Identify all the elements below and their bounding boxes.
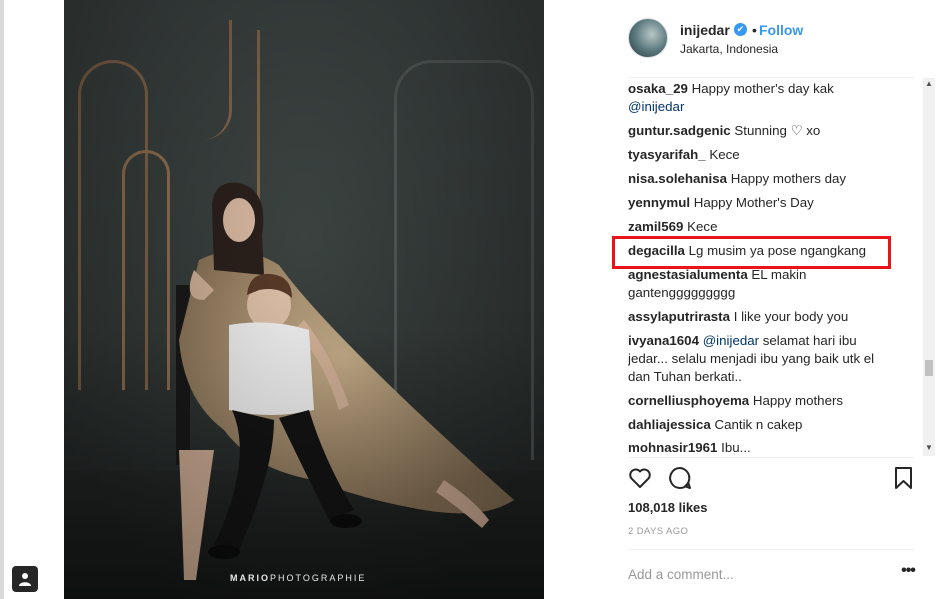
comment-text: Kece xyxy=(687,219,718,234)
post-location[interactable]: Jakarta, Indonesia xyxy=(680,42,778,56)
comment-mention[interactable]: @inijedar xyxy=(703,333,759,348)
post-photo[interactable]: MARIOPHOTOGRAPHIE xyxy=(64,0,544,599)
scrollbar-thumb[interactable] xyxy=(925,360,933,376)
comment-item: tyasyarifah_ Kece xyxy=(628,146,913,164)
comment-text: Happy mother's day kak xyxy=(691,81,834,96)
likes-count[interactable]: 108,018 likes xyxy=(628,500,708,515)
avatar[interactable] xyxy=(628,18,668,58)
divider xyxy=(628,77,914,78)
comment-username[interactable]: cornelliusphoyema xyxy=(628,393,749,408)
comment-item: zamil569 Kece xyxy=(628,218,913,236)
left-edge-divider xyxy=(0,0,4,599)
comment-item: yennymul Happy Mother's Day xyxy=(628,194,913,212)
comment-username[interactable]: ivyana1604 xyxy=(628,333,699,348)
bookmark-icon xyxy=(895,467,912,489)
comment-username[interactable]: yennymul xyxy=(628,195,690,210)
comment-username[interactable]: guntur.sadgenic xyxy=(628,123,731,138)
comment-username[interactable]: agnestasialumenta xyxy=(628,267,748,282)
comment-item: agnestasialumenta EL makin gantenggggggg… xyxy=(628,266,913,302)
comment-item: nisa.solehanisa Happy mothers day xyxy=(628,170,913,188)
comment-text: Ibu... xyxy=(721,440,751,455)
more-options-icon[interactable]: ••• xyxy=(898,563,918,582)
comment-text-cont: jedar... selalu menjadi ibu yang baik ut… xyxy=(628,351,875,366)
comment-text: Happy Mother's Day xyxy=(693,195,814,210)
highlight-box-annotation xyxy=(612,236,891,269)
comment-text: Happy mothers xyxy=(752,393,844,408)
save-button[interactable] xyxy=(891,465,917,491)
photo-watermark: MARIOPHOTOGRAPHIE xyxy=(230,573,367,583)
comment-mention[interactable]: @inijedar xyxy=(628,99,684,114)
heart-icon xyxy=(629,468,651,488)
scroll-up-arrow-icon[interactable]: ▲ xyxy=(923,78,935,90)
vignette xyxy=(64,0,544,599)
post-username[interactable]: inijedar xyxy=(680,22,730,38)
comment-text: Stunning ♡ xo xyxy=(734,123,821,138)
scroll-down-arrow-icon[interactable]: ▼ xyxy=(923,442,935,454)
comment-item: cornelliusphoyema Happy mothers xyxy=(628,392,913,410)
comment-username[interactable]: tyasyarifah_ xyxy=(628,147,706,162)
comment-text: Cantik n cakep xyxy=(714,417,803,432)
post-side-panel: inijedar ✔ • Follow Jakarta, Indonesia o… xyxy=(616,0,938,599)
comment-item: ivyana1604 @inijedar selamat hari ibu je… xyxy=(628,332,913,386)
comment-text: Kece xyxy=(709,147,740,162)
follow-button[interactable]: Follow xyxy=(759,22,803,38)
comment-text: Happy mothers day xyxy=(730,171,847,186)
comment-username[interactable]: zamil569 xyxy=(628,219,683,234)
comments-scrollbar[interactable]: ▲ ▼ xyxy=(923,78,935,456)
comment-username[interactable]: assylaputrirasta xyxy=(628,309,730,324)
comment-text-cont: gantenggggggggg xyxy=(628,285,736,300)
verified-badge-icon: ✔ xyxy=(734,23,747,36)
tagged-user-button[interactable] xyxy=(12,566,38,592)
like-button[interactable] xyxy=(627,465,653,491)
comment-username[interactable]: dahliajessica xyxy=(628,417,711,432)
comment-item: assylaputrirasta I like your body you xyxy=(628,308,913,326)
comment-username[interactable]: osaka_29 xyxy=(628,81,688,96)
comment-text-cont: dan Tuhan berkati.. xyxy=(628,369,742,384)
divider xyxy=(628,549,914,550)
person-icon xyxy=(19,573,31,586)
comment-username[interactable]: mohnasir1961 xyxy=(628,440,717,455)
comment-item: guntur.sadgenic Stunning ♡ xo xyxy=(628,122,913,140)
post-date[interactable]: 2 DAYS AGO xyxy=(628,526,688,537)
comment-item: osaka_29 Happy mother's day kak @inijeda… xyxy=(628,80,913,116)
comment-text: selamat hari ibu xyxy=(762,333,857,348)
comment-text: I like your body you xyxy=(733,309,849,324)
comment-bubble-icon xyxy=(669,467,691,489)
comment-item: dahliajessica Cantik n cakep xyxy=(628,416,913,434)
comment-item: mohnasir1961 Ibu... xyxy=(628,439,913,456)
header-separator: • xyxy=(752,22,757,38)
comment-text: EL makin xyxy=(751,267,807,282)
comment-button[interactable] xyxy=(667,465,693,491)
comment-username[interactable]: nisa.solehanisa xyxy=(628,171,727,186)
add-comment-input[interactable] xyxy=(628,563,868,585)
divider xyxy=(628,457,914,458)
